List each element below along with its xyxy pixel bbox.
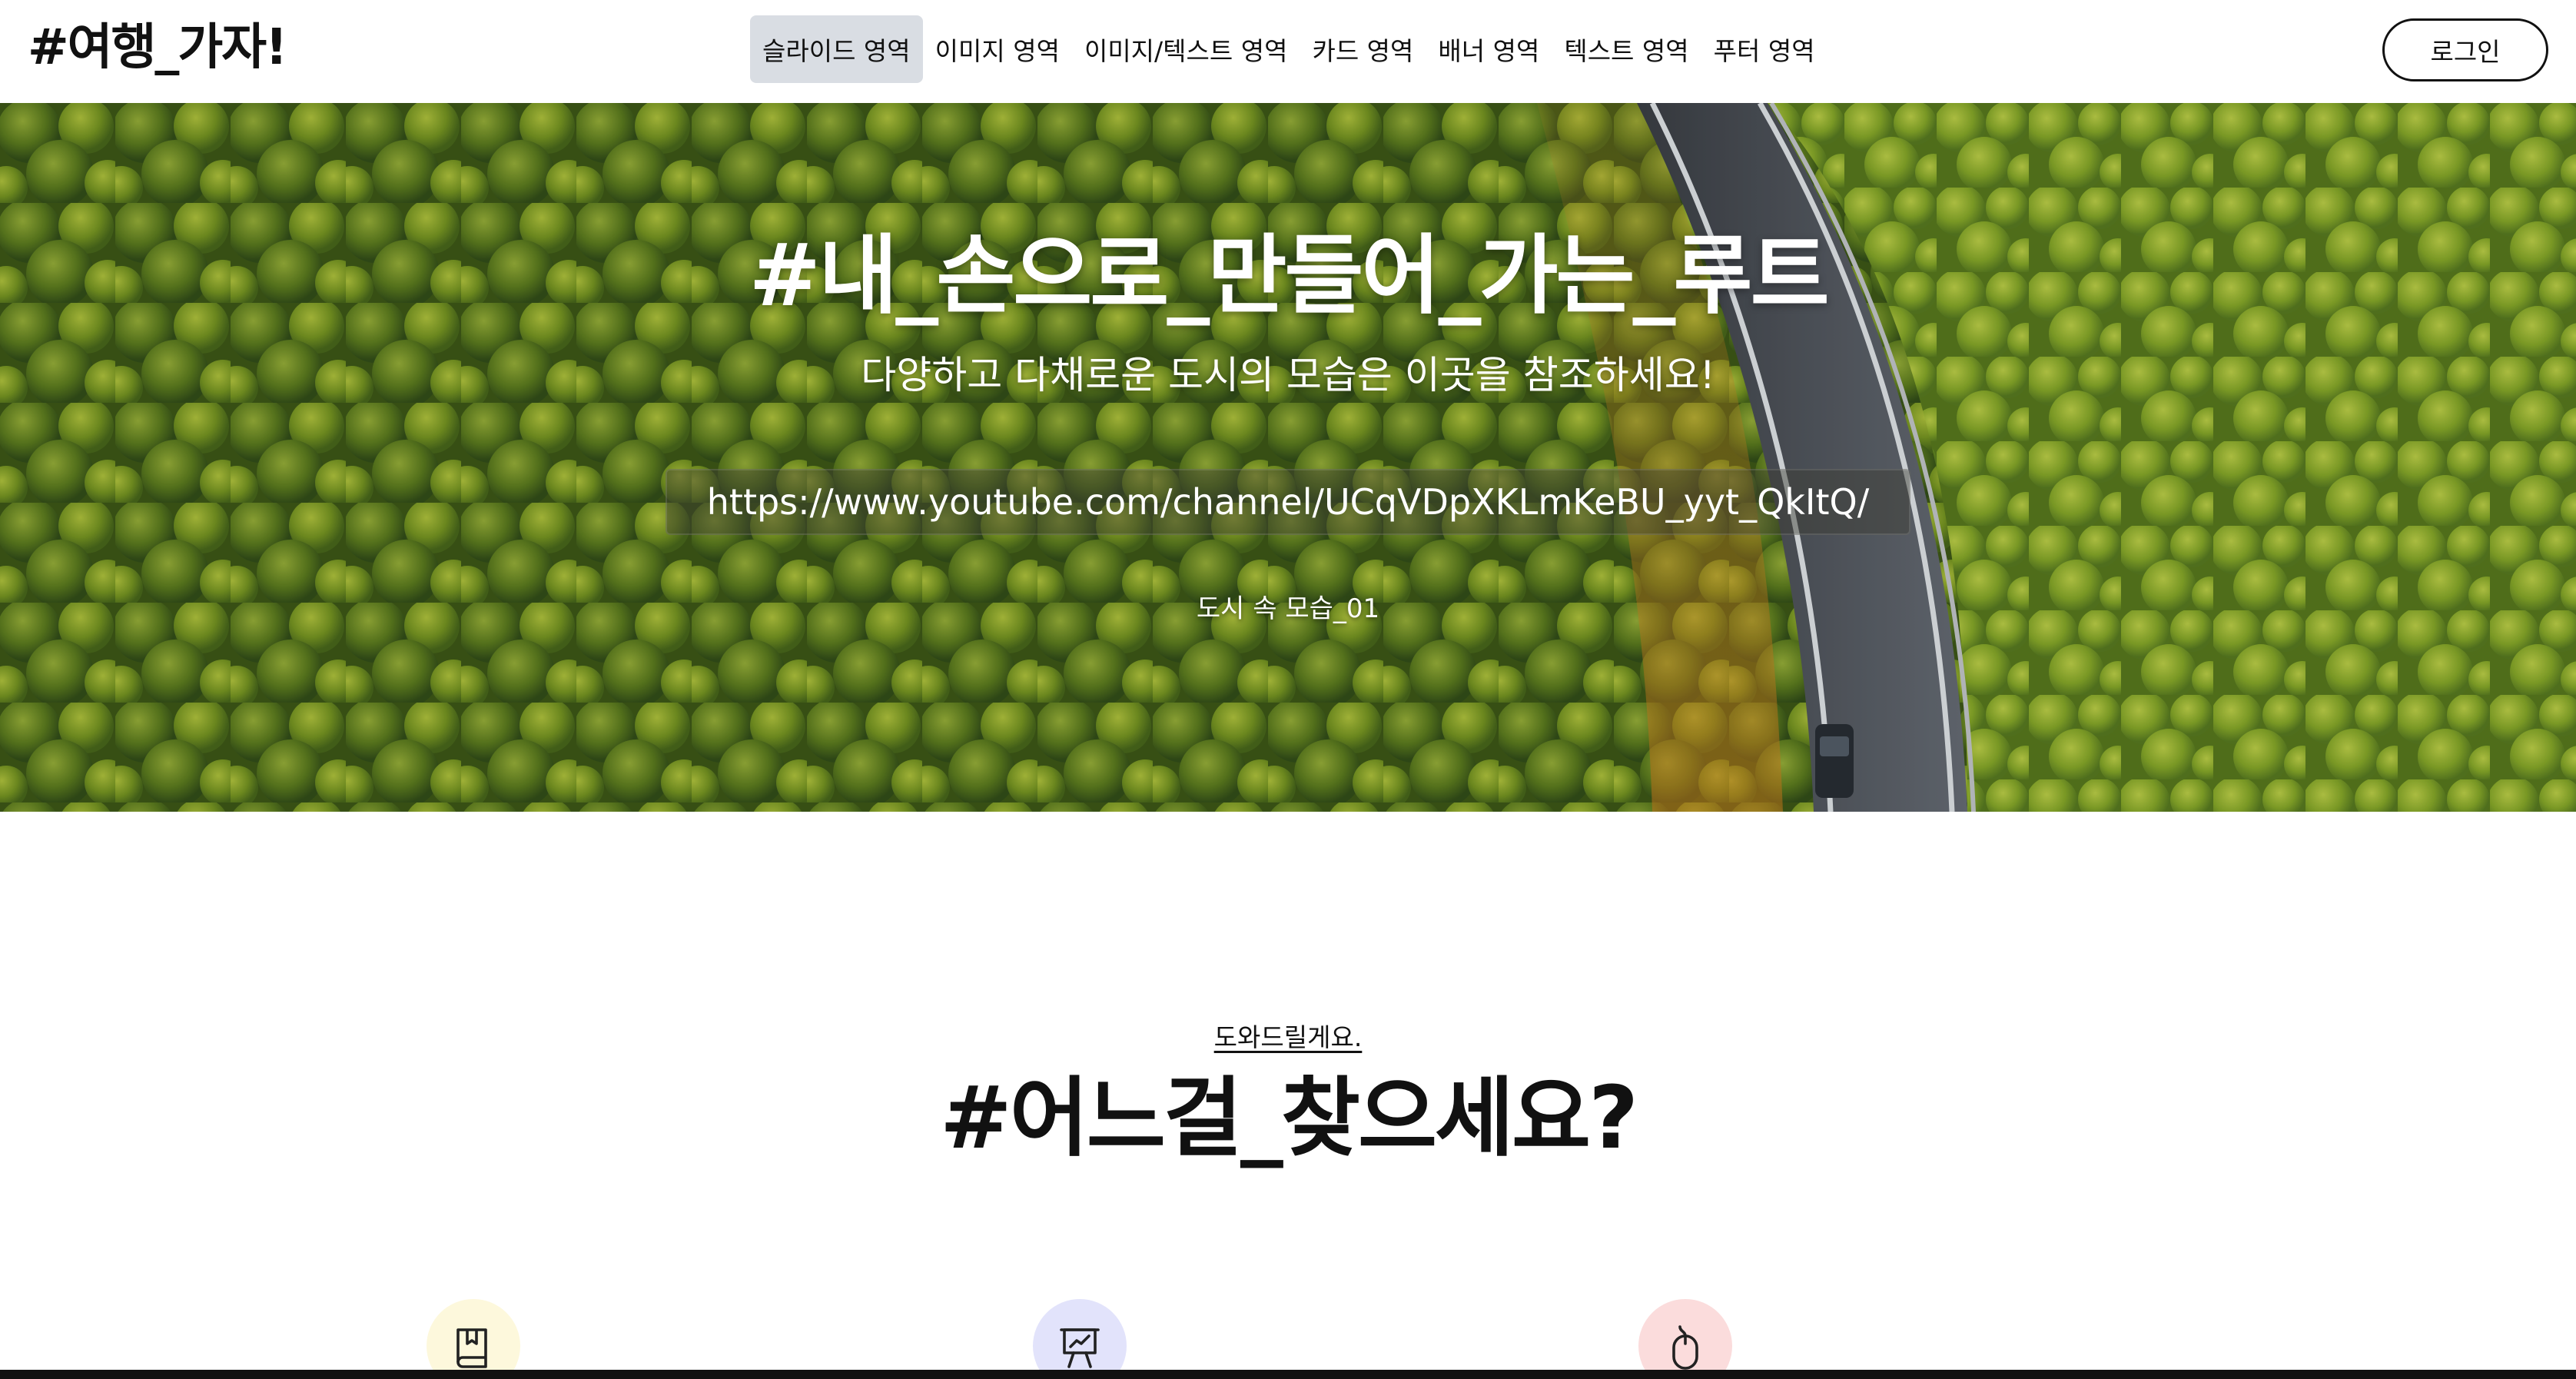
- hero-subtitle: 다양하고 다채로운 도시의 모습은 이곳을 참조하세요!: [861, 353, 1715, 397]
- category-book[interactable]: [427, 1299, 520, 1370]
- nav-item-text[interactable]: 텍스트 영역: [1552, 15, 1701, 83]
- hero-title: #내_손으로_만들어_가는_루트: [749, 226, 1829, 326]
- hero-caption: 도시 속 모습_01: [1196, 593, 1380, 624]
- nav-item-image[interactable]: 이미지 영역: [923, 15, 1072, 83]
- category-presentation[interactable]: [1033, 1299, 1127, 1370]
- nav-item-footer[interactable]: 푸터 영역: [1701, 15, 1827, 83]
- presentation-chart-icon: [1060, 1328, 1100, 1368]
- hero-background-image: [0, 103, 2576, 812]
- mouse-icon: [1672, 1325, 1698, 1370]
- page: #여행_가자! 슬라이드 영역 이미지 영역 이미지/텍스트 영역 카드 영역 …: [0, 0, 2576, 1370]
- bottom-edge: [0, 1370, 2576, 1379]
- login-button[interactable]: 로그인: [2382, 18, 2548, 81]
- header: #여행_가자! 슬라이드 영역 이미지 영역 이미지/텍스트 영역 카드 영역 …: [0, 0, 2576, 103]
- section-title: #어느걸_찾으세요?: [939, 1068, 1638, 1168]
- book-icon: [456, 1328, 487, 1368]
- section-eyebrow-text: 도와드릴게요.: [1213, 1022, 1363, 1052]
- site-logo[interactable]: #여행_가자!: [28, 17, 287, 78]
- nav-item-image-text[interactable]: 이미지/텍스트 영역: [1072, 15, 1300, 83]
- hero-slide: #내_손으로_만들어_가는_루트 다양하고 다채로운 도시의 모습은 이곳을 참…: [0, 103, 2576, 812]
- hero-url-link[interactable]: https://www.youtube.com/channel/UCqVDpXK…: [666, 469, 1910, 535]
- nav-item-card[interactable]: 카드 영역: [1300, 15, 1426, 83]
- main-nav: 슬라이드 영역 이미지 영역 이미지/텍스트 영역 카드 영역 배너 영역 텍스…: [750, 15, 1827, 83]
- section-eyebrow: 도와드릴게요.: [0, 1021, 2576, 1055]
- nav-item-banner[interactable]: 배너 영역: [1426, 15, 1552, 83]
- category-mouse[interactable]: [1638, 1299, 1732, 1370]
- nav-item-slide[interactable]: 슬라이드 영역: [750, 15, 923, 83]
